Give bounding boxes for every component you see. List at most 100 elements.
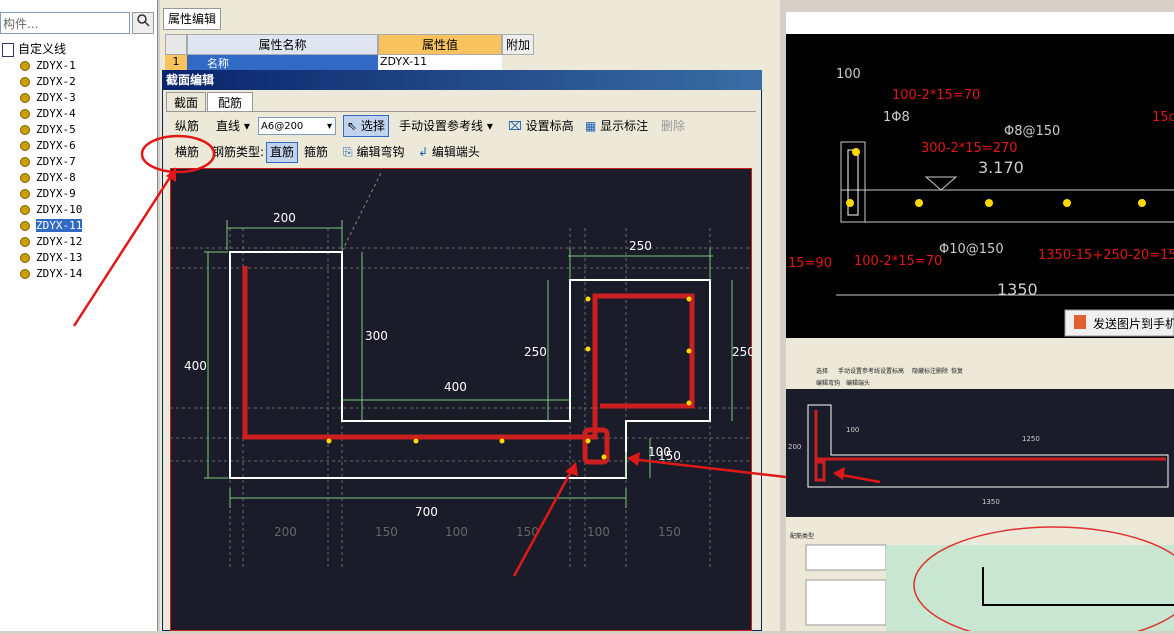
gear-icon bbox=[20, 125, 30, 135]
mini-delete: 删除 bbox=[936, 367, 948, 375]
tree-item[interactable]: ZDYX-10 bbox=[20, 202, 82, 218]
delete-button[interactable]: 删除 bbox=[661, 115, 685, 137]
tree-item[interactable]: ZDYX-7 bbox=[20, 154, 76, 170]
grid-dim-6: 150 bbox=[658, 525, 681, 539]
mini-edit-hook: 编辑弯钩 bbox=[816, 379, 840, 387]
mini-restore: 恢复 bbox=[951, 367, 963, 375]
mini-dim-1350: 1350 bbox=[982, 498, 1000, 506]
gear-icon bbox=[20, 253, 30, 263]
send-to-phone-button[interactable]: 发送图片到手机 bbox=[1093, 316, 1174, 331]
tree-item[interactable]: ZDYX-14 bbox=[20, 266, 82, 282]
mini-select: 选择 bbox=[816, 367, 828, 375]
end-icon: ↲ bbox=[418, 145, 429, 159]
hengjin-button[interactable]: 横筋 bbox=[175, 141, 199, 163]
tree-item-label: ZDYX-9 bbox=[36, 187, 76, 200]
ref-label-phi8-150: Φ8@150 bbox=[1004, 124, 1060, 139]
tree-item[interactable]: ZDYX-5 bbox=[20, 122, 76, 138]
dim-top-left: 200 bbox=[273, 211, 296, 225]
mini-dim-200: 200 bbox=[788, 443, 801, 451]
tree-item-label: ZDYX-8 bbox=[36, 171, 76, 184]
line-type-select[interactable]: 直线 ▾ bbox=[216, 115, 250, 137]
edit-hook-button[interactable]: ⎘ 编辑弯钩 bbox=[343, 141, 404, 163]
show-mark-label: 显示标注 bbox=[600, 119, 649, 133]
tab-divider bbox=[166, 111, 756, 112]
tree-item[interactable]: ZDYX-3 bbox=[20, 90, 76, 106]
edit-end-label: 编辑端头 bbox=[431, 145, 480, 159]
zongjin-button[interactable]: 纵筋 bbox=[175, 115, 199, 137]
edit-end-button[interactable]: ↲ 编辑端头 bbox=[418, 141, 480, 163]
tree-item-label: ZDYX-12 bbox=[36, 235, 83, 248]
tree-item[interactable]: ZDYX-11 bbox=[20, 218, 83, 234]
straight-rebar-button[interactable]: 直筋 bbox=[266, 142, 299, 163]
rebar-spec-value: A6@200 bbox=[261, 121, 304, 132]
dim-250-left: 250 bbox=[524, 345, 547, 359]
tree-item[interactable]: ZDYX-9 bbox=[20, 186, 76, 202]
mini-manual-ref: 手动设置参考线 bbox=[838, 367, 880, 375]
tree-item[interactable]: ZDYX-6 bbox=[20, 138, 76, 154]
col-header-add[interactable]: 附加 bbox=[502, 34, 534, 55]
dialog-title: 截面编辑 bbox=[162, 70, 762, 90]
gear-icon bbox=[20, 173, 30, 183]
select-label: 选择 bbox=[360, 119, 385, 133]
ref-label-156: 1350-15+250-20=156 bbox=[1038, 248, 1174, 263]
set-elevation-label: 设置标高 bbox=[525, 119, 574, 133]
tree-item-label: ZDYX-7 bbox=[36, 155, 76, 168]
folder-icon bbox=[2, 42, 14, 57]
gear-icon bbox=[20, 109, 30, 119]
section-canvas[interactable]: 200 250 300 250 250 400 400 100 150 700 … bbox=[169, 167, 755, 632]
search-input[interactable]: 构件... bbox=[0, 12, 130, 34]
col-header-value[interactable]: 属性值 bbox=[378, 34, 502, 55]
dim-top-right: 250 bbox=[629, 239, 652, 253]
row-value-cell[interactable]: ZDYX-11 bbox=[378, 55, 502, 70]
ref-label-15c: 15c bbox=[1152, 110, 1174, 125]
tree-item-label: ZDYX-3 bbox=[36, 91, 76, 104]
show-mark-button[interactable]: ▦ 显示标注 bbox=[585, 115, 648, 137]
col-header-name[interactable]: 属性名称 bbox=[187, 34, 378, 55]
tree-item-label: ZDYX-14 bbox=[36, 267, 83, 280]
tree-item-label: ZDYX-6 bbox=[36, 139, 76, 152]
ref-label-270: 300-2*15=270 bbox=[921, 141, 1018, 156]
gear-icon bbox=[20, 61, 30, 71]
stirrup-button[interactable]: 箍筋 bbox=[304, 141, 328, 163]
manual-ref-label: 手动设置参考线 bbox=[399, 119, 484, 133]
tree-item-label: ZDYX-1 bbox=[36, 59, 76, 72]
ref-label-70: 100-2*15=70 bbox=[892, 88, 980, 103]
mini-hide-mark: 隐藏标注 bbox=[912, 367, 936, 375]
tree-item[interactable]: ZDYX-4 bbox=[20, 106, 76, 122]
row-number: 1 bbox=[165, 55, 187, 70]
tree-item[interactable]: ZDYX-1 bbox=[20, 58, 76, 74]
ref-label-phi10: Φ10@150 bbox=[939, 242, 1004, 257]
dim-400-mid: 400 bbox=[444, 380, 467, 394]
tab-section[interactable]: 截面 bbox=[166, 92, 206, 112]
mini-set-elev: 设置标高 bbox=[880, 367, 904, 375]
search-icon[interactable] bbox=[132, 12, 154, 34]
dim-400-left: 400 bbox=[184, 359, 207, 373]
tree-item[interactable]: ZDYX-2 bbox=[20, 74, 76, 90]
tree-item[interactable]: ZDYX-13 bbox=[20, 250, 82, 266]
rebar-spec-select[interactable]: A6@200 ▾ bbox=[258, 117, 336, 135]
component-tree-panel: 构件... 自定义线 ZDYX-1 ZDYX-2 ZDYX-3 ZDYX-4 ZDYX-… bbox=[0, 0, 158, 631]
tree-item[interactable]: ZDYX-12 bbox=[20, 234, 82, 250]
chevron-down-icon: ▾ bbox=[486, 119, 493, 133]
gear-icon bbox=[20, 157, 30, 167]
tree-item[interactable]: ZDYX-8 bbox=[20, 170, 76, 186]
elevation-icon: ⌧ bbox=[508, 119, 522, 133]
chevron-down-icon: ▾ bbox=[243, 119, 250, 133]
grid-dim-3: 100 bbox=[445, 525, 468, 539]
select-button[interactable]: ⇖ 选择 bbox=[343, 115, 389, 137]
tab-rebar[interactable]: 配筋 bbox=[207, 92, 253, 112]
tree-item-label: ZDYX-5 bbox=[36, 123, 76, 136]
tree-root[interactable]: 自定义线 bbox=[0, 40, 66, 57]
set-elevation-button[interactable]: ⌧ 设置标高 bbox=[508, 115, 574, 137]
ref-label-100: 100 bbox=[836, 67, 861, 82]
tree-root-label: 自定义线 bbox=[18, 42, 67, 56]
grid-dim-2: 150 bbox=[375, 525, 398, 539]
manual-ref-button[interactable]: 手动设置参考线 ▾ bbox=[399, 115, 493, 137]
gear-icon bbox=[20, 93, 30, 103]
grid-dim-5: 100 bbox=[587, 525, 610, 539]
dim-700: 700 bbox=[415, 505, 438, 519]
tab-property-edit[interactable]: 属性编辑 bbox=[163, 8, 221, 30]
ref-label-1350: 1350 bbox=[997, 280, 1038, 299]
gear-icon bbox=[20, 237, 30, 247]
row-name-cell[interactable]: 名称 bbox=[187, 55, 378, 70]
